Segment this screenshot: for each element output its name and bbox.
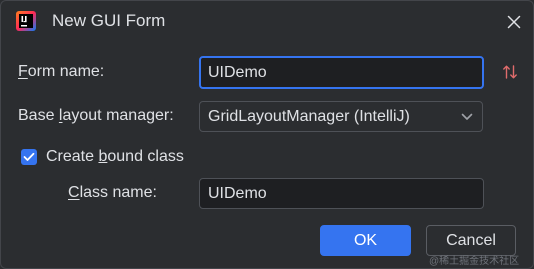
close-icon — [507, 15, 521, 29]
layout-manager-label: Base layout manager: — [18, 106, 174, 126]
watermark: @稀土掘金技术社区 — [429, 256, 520, 267]
sort-arrows-icon[interactable] — [501, 63, 519, 81]
create-bound-class-checkbox[interactable]: Create bound class — [21, 147, 184, 167]
form-name-label: Form name: — [18, 63, 105, 80]
intellij-idea-icon — [16, 11, 36, 31]
layout-label-prefix: Base — [18, 107, 59, 124]
class-name-label: Class name: — [68, 184, 157, 201]
new-gui-form-dialog: New GUI Form Form name: Base layout mana… — [0, 0, 534, 269]
chevron-down-icon — [460, 110, 474, 124]
close-button[interactable] — [503, 11, 525, 33]
dialog-title: New GUI Form — [52, 11, 166, 30]
create-bound-class-label: Create bound class — [46, 148, 184, 165]
form-name-label-rest: orm name: — [27, 63, 105, 80]
form-name-field[interactable] — [199, 56, 484, 89]
layout-label-suffix: ayout manager: — [62, 107, 174, 124]
class-name-field[interactable] — [199, 178, 484, 209]
ok-button[interactable]: OK — [320, 225, 411, 256]
layout-manager-value: GridLayoutManager (IntelliJ) — [208, 107, 410, 125]
checkbox-checked-icon — [21, 149, 37, 165]
layout-manager-dropdown[interactable]: GridLayoutManager (IntelliJ) — [199, 101, 483, 132]
